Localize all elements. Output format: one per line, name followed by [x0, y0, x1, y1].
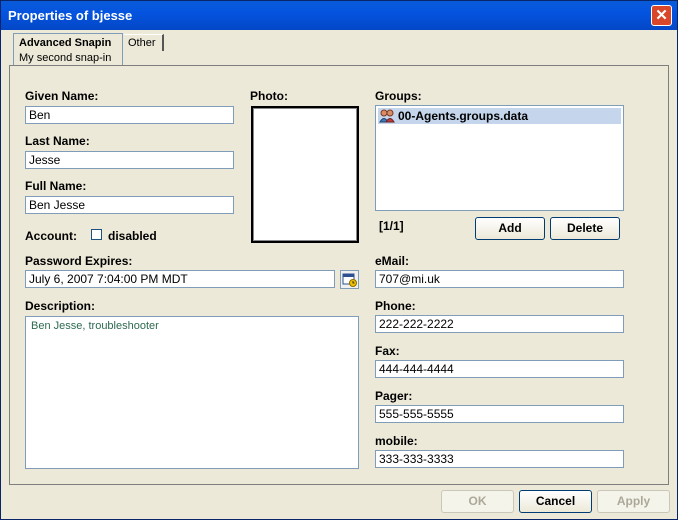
- list-item[interactable]: 00-Agents.groups.data: [378, 108, 621, 124]
- given-name-input[interactable]: Ben: [25, 106, 234, 124]
- tab-label: Advanced Snapin: [19, 37, 112, 49]
- tab-label: Other: [128, 37, 156, 49]
- photo-box[interactable]: [251, 106, 359, 243]
- close-icon: ✕: [655, 7, 668, 24]
- add-group-button[interactable]: Add: [475, 217, 545, 240]
- window-title: Properties of bjesse: [8, 8, 133, 23]
- full-name-label: Full Name:: [25, 179, 87, 193]
- close-button[interactable]: ✕: [651, 5, 672, 26]
- account-disabled-label[interactable]: disabled: [108, 229, 157, 243]
- fax-label: Fax:: [375, 344, 400, 358]
- last-name-input[interactable]: Jesse: [25, 151, 234, 169]
- account-label: Account:: [25, 229, 77, 243]
- groups-list[interactable]: 00-Agents.groups.data: [375, 105, 624, 211]
- tab-other[interactable]: Other: [124, 34, 164, 51]
- fax-input[interactable]: 444-444-4444: [375, 360, 624, 378]
- delete-group-button[interactable]: Delete: [550, 217, 620, 240]
- password-expires-input[interactable]: July 6, 2007 7:04:00 PM MDT: [25, 270, 335, 288]
- tab-advanced-snapin[interactable]: Advanced Snapin My second snap-in: [13, 33, 123, 67]
- cancel-button[interactable]: Cancel: [519, 490, 592, 513]
- pager-label: Pager:: [375, 389, 413, 403]
- tab-sublabel: My second snap-in: [19, 52, 112, 64]
- email-input[interactable]: 707@mi.uk: [375, 270, 624, 288]
- group-name: 00-Agents.groups.data: [398, 109, 529, 123]
- ok-button[interactable]: OK: [441, 490, 514, 513]
- group-users-icon: [379, 109, 395, 123]
- properties-dialog: Properties of bjesse ✕ Advanced Snapin M…: [0, 0, 678, 520]
- groups-counter: [1/1]: [379, 219, 404, 233]
- mobile-label: mobile:: [375, 434, 418, 448]
- apply-button[interactable]: Apply: [597, 490, 670, 513]
- groups-label: Groups:: [375, 89, 422, 103]
- given-name-label: Given Name:: [25, 89, 99, 103]
- calendar-icon: [342, 273, 357, 287]
- phone-label: Phone:: [375, 299, 416, 313]
- description-label: Description:: [25, 299, 96, 313]
- password-expires-label: Password Expires:: [25, 254, 133, 268]
- account-disabled-checkbox[interactable]: [91, 229, 102, 240]
- phone-input[interactable]: 222-222-2222: [375, 315, 624, 333]
- mobile-input[interactable]: 333-333-3333: [375, 450, 624, 468]
- pager-input[interactable]: 555-555-5555: [375, 405, 624, 423]
- full-name-input[interactable]: Ben Jesse: [25, 196, 234, 214]
- calendar-button[interactable]: [340, 270, 359, 289]
- email-label: eMail:: [375, 254, 410, 268]
- last-name-label: Last Name:: [25, 134, 90, 148]
- title-bar[interactable]: Properties of bjesse ✕: [1, 1, 677, 30]
- photo-label: Photo:: [250, 89, 288, 103]
- description-textarea[interactable]: Ben Jesse, troubleshooter: [25, 316, 359, 469]
